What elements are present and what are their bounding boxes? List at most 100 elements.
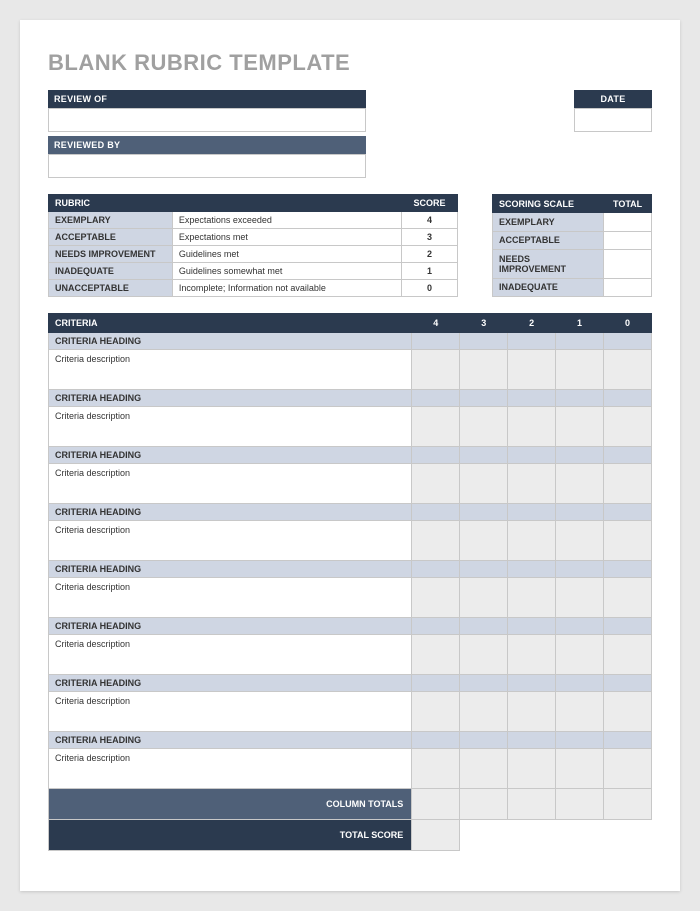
criteria-score-cell[interactable]	[460, 578, 508, 618]
criteria-score-cell[interactable]	[556, 578, 604, 618]
criteria-description: Criteria description	[49, 464, 412, 504]
criteria-description: Criteria description	[49, 407, 412, 447]
criteria-heading-row: CRITERIA HEADING	[49, 561, 652, 578]
review-of-input[interactable]	[48, 108, 366, 132]
scoring-scale-row: ACCEPTABLE	[493, 231, 652, 249]
total-header: TOTAL	[604, 195, 652, 213]
page-title: BLANK RUBRIC TEMPLATE	[48, 50, 652, 76]
review-of-label: REVIEW OF	[48, 90, 366, 108]
criteria-heading-row: CRITERIA HEADING	[49, 732, 652, 749]
criteria-score-cell[interactable]	[460, 464, 508, 504]
rubric-desc: Guidelines met	[172, 246, 401, 263]
criteria-heading: CRITERIA HEADING	[49, 447, 412, 464]
criteria-score-cell[interactable]	[508, 407, 556, 447]
rubric-label: EXEMPLARY	[49, 212, 173, 229]
column-total-1[interactable]	[556, 789, 604, 820]
column-total-4[interactable]	[412, 789, 460, 820]
scale-total-cell[interactable]	[604, 231, 652, 249]
score-col-4: 4	[412, 314, 460, 333]
criteria-desc-row: Criteria description	[49, 578, 652, 618]
criteria-score-cell[interactable]	[508, 521, 556, 561]
criteria-score-cell[interactable]	[412, 464, 460, 504]
criteria-score-cell[interactable]	[460, 521, 508, 561]
scale-total-cell[interactable]	[604, 278, 652, 296]
criteria-score-cell[interactable]	[412, 692, 460, 732]
column-total-2[interactable]	[508, 789, 556, 820]
rubric-row: EXEMPLARYExpectations exceeded4	[49, 212, 458, 229]
criteria-score-cell[interactable]	[508, 749, 556, 789]
header-row-1: REVIEW OF DATE	[48, 90, 652, 132]
rubric-score: 0	[402, 280, 458, 297]
date-input[interactable]	[574, 108, 652, 132]
criteria-description: Criteria description	[49, 692, 412, 732]
document-page: BLANK RUBRIC TEMPLATE REVIEW OF DATE REV…	[20, 20, 680, 891]
rubric-desc: Guidelines somewhat met	[172, 263, 401, 280]
score-col-0: 0	[604, 314, 652, 333]
criteria-score-cell[interactable]	[604, 407, 652, 447]
criteria-heading-row: CRITERIA HEADING	[49, 333, 652, 350]
rubric-label: NEEDS IMPROVEMENT	[49, 246, 173, 263]
total-score-label: TOTAL SCORE	[49, 820, 412, 851]
criteria-score-cell[interactable]	[604, 635, 652, 675]
criteria-score-cell[interactable]	[604, 350, 652, 390]
criteria-description: Criteria description	[49, 578, 412, 618]
scale-total-cell[interactable]	[604, 249, 652, 278]
criteria-score-cell[interactable]	[460, 749, 508, 789]
criteria-score-cell[interactable]	[508, 350, 556, 390]
criteria-score-cell[interactable]	[412, 578, 460, 618]
criteria-score-cell[interactable]	[556, 635, 604, 675]
criteria-score-cell[interactable]	[412, 521, 460, 561]
criteria-score-cell[interactable]	[556, 464, 604, 504]
rubric-score: 3	[402, 229, 458, 246]
criteria-description: Criteria description	[49, 749, 412, 789]
criteria-description: Criteria description	[49, 521, 412, 561]
rubric-desc: Incomplete; Information not available	[172, 280, 401, 297]
column-total-0[interactable]	[604, 789, 652, 820]
criteria-desc-row: Criteria description	[49, 749, 652, 789]
criteria-score-cell[interactable]	[508, 692, 556, 732]
criteria-score-cell[interactable]	[460, 635, 508, 675]
total-score-row: TOTAL SCORE	[49, 820, 652, 851]
criteria-score-cell[interactable]	[556, 749, 604, 789]
rubric-label: INADEQUATE	[49, 263, 173, 280]
criteria-score-cell[interactable]	[508, 578, 556, 618]
criteria-heading-row: CRITERIA HEADING	[49, 504, 652, 521]
criteria-desc-row: Criteria description	[49, 350, 652, 390]
scale-total-cell[interactable]	[604, 213, 652, 231]
criteria-score-cell[interactable]	[556, 521, 604, 561]
criteria-score-cell[interactable]	[604, 521, 652, 561]
criteria-score-cell[interactable]	[604, 749, 652, 789]
reviewed-by-label: REVIEWED BY	[48, 136, 366, 154]
rubric-desc: Expectations exceeded	[172, 212, 401, 229]
criteria-score-cell[interactable]	[556, 407, 604, 447]
total-score-value[interactable]	[412, 820, 460, 851]
criteria-score-cell[interactable]	[412, 749, 460, 789]
scale-label: NEEDS IMPROVEMENT	[493, 249, 604, 278]
criteria-score-cell[interactable]	[604, 692, 652, 732]
reviewed-by-input[interactable]	[48, 154, 366, 178]
criteria-score-cell[interactable]	[604, 578, 652, 618]
score-header: SCORE	[402, 195, 458, 212]
rubric-score: 4	[402, 212, 458, 229]
criteria-score-cell[interactable]	[508, 464, 556, 504]
criteria-score-cell[interactable]	[508, 635, 556, 675]
criteria-score-cell[interactable]	[412, 635, 460, 675]
criteria-heading: CRITERIA HEADING	[49, 333, 412, 350]
column-total-3[interactable]	[460, 789, 508, 820]
criteria-score-cell[interactable]	[412, 407, 460, 447]
criteria-table: CRITERIA 4 3 2 1 0 CRITERIA HEADINGCrite…	[48, 313, 652, 851]
criteria-score-cell[interactable]	[460, 407, 508, 447]
rubric-table: RUBRIC SCORE EXEMPLARYExpectations excee…	[48, 194, 458, 297]
criteria-score-cell[interactable]	[604, 464, 652, 504]
criteria-score-cell[interactable]	[460, 350, 508, 390]
rubric-row: UNACCEPTABLEIncomplete; Information not …	[49, 280, 458, 297]
rubric-label: UNACCEPTABLE	[49, 280, 173, 297]
criteria-score-cell[interactable]	[460, 692, 508, 732]
criteria-score-cell[interactable]	[556, 350, 604, 390]
criteria-desc-row: Criteria description	[49, 407, 652, 447]
criteria-heading-row: CRITERIA HEADING	[49, 390, 652, 407]
criteria-score-cell[interactable]	[412, 350, 460, 390]
criteria-score-cell[interactable]	[556, 692, 604, 732]
scoring-scale-row: EXEMPLARY	[493, 213, 652, 231]
date-label: DATE	[574, 90, 652, 108]
